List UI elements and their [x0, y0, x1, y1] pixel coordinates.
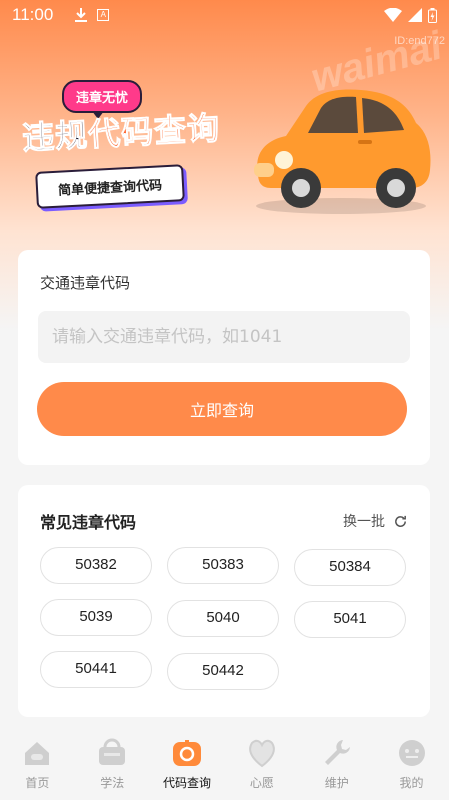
- tab-profile[interactable]: 我的: [377, 736, 447, 791]
- tab-label: 心愿: [249, 776, 274, 790]
- code-chip[interactable]: 5040: [167, 600, 279, 637]
- tab-label: 代码查询: [163, 776, 212, 790]
- battery-icon: [428, 7, 437, 23]
- study-icon: [95, 736, 129, 770]
- wrench-icon: [320, 736, 354, 770]
- code-chip[interactable]: 50382: [40, 547, 152, 584]
- violation-code-input[interactable]: [38, 311, 410, 363]
- code-chip[interactable]: 50442: [167, 653, 279, 690]
- wifi-icon: [384, 8, 402, 22]
- refresh-label: 换一批: [343, 514, 385, 530]
- code-chip[interactable]: 50384: [294, 549, 406, 586]
- a-icon: A: [97, 9, 110, 21]
- tab-study[interactable]: 学法: [77, 736, 147, 791]
- query-card: 交通违章代码 立即查询: [18, 250, 430, 465]
- code-chip[interactable]: 50383: [167, 547, 279, 584]
- tab-label: 我的: [399, 776, 424, 790]
- status-bar: 11:00 A: [0, 0, 449, 30]
- watermark-id: ID:end772: [394, 35, 445, 47]
- tab-maintenance[interactable]: 维护: [302, 736, 372, 791]
- code-query-icon: [170, 736, 204, 770]
- banner-subtitle: 简单便捷查询代码: [35, 164, 185, 209]
- tab-label: 首页: [25, 776, 50, 790]
- code-chip[interactable]: 50441: [40, 651, 152, 688]
- common-codes-card: 常见违章代码 换一批 50382 50383 50384 5039 5040 5…: [18, 485, 430, 717]
- refresh-button[interactable]: 换一批: [343, 511, 408, 531]
- headline-part-b: 代码查询: [87, 108, 222, 154]
- tab-code-query[interactable]: 代码查询: [152, 736, 222, 791]
- code-chip[interactable]: 5039: [40, 599, 152, 636]
- car-illustration: [254, 89, 431, 214]
- signal-icon: [408, 8, 422, 22]
- status-time: 11:00: [12, 5, 54, 24]
- refresh-icon: [395, 515, 406, 527]
- common-codes-title: 常见违章代码: [40, 513, 137, 532]
- code-chip[interactable]: 5041: [294, 601, 406, 638]
- wish-icon: [245, 736, 279, 770]
- tab-wish[interactable]: 心愿: [227, 736, 297, 791]
- home-icon: [20, 736, 54, 770]
- bottom-tab-bar: 首页 学法 代码查询 心愿 维护 我的: [0, 728, 449, 800]
- tab-label: 学法: [100, 776, 125, 790]
- profile-icon: [395, 736, 429, 770]
- download-icon: [75, 8, 88, 22]
- query-label: 交通违章代码: [40, 274, 131, 292]
- tab-home[interactable]: 首页: [2, 736, 72, 791]
- query-now-button[interactable]: 立即查询: [37, 382, 407, 436]
- tab-label: 维护: [324, 776, 349, 790]
- headline-part-a: 违规: [21, 115, 90, 158]
